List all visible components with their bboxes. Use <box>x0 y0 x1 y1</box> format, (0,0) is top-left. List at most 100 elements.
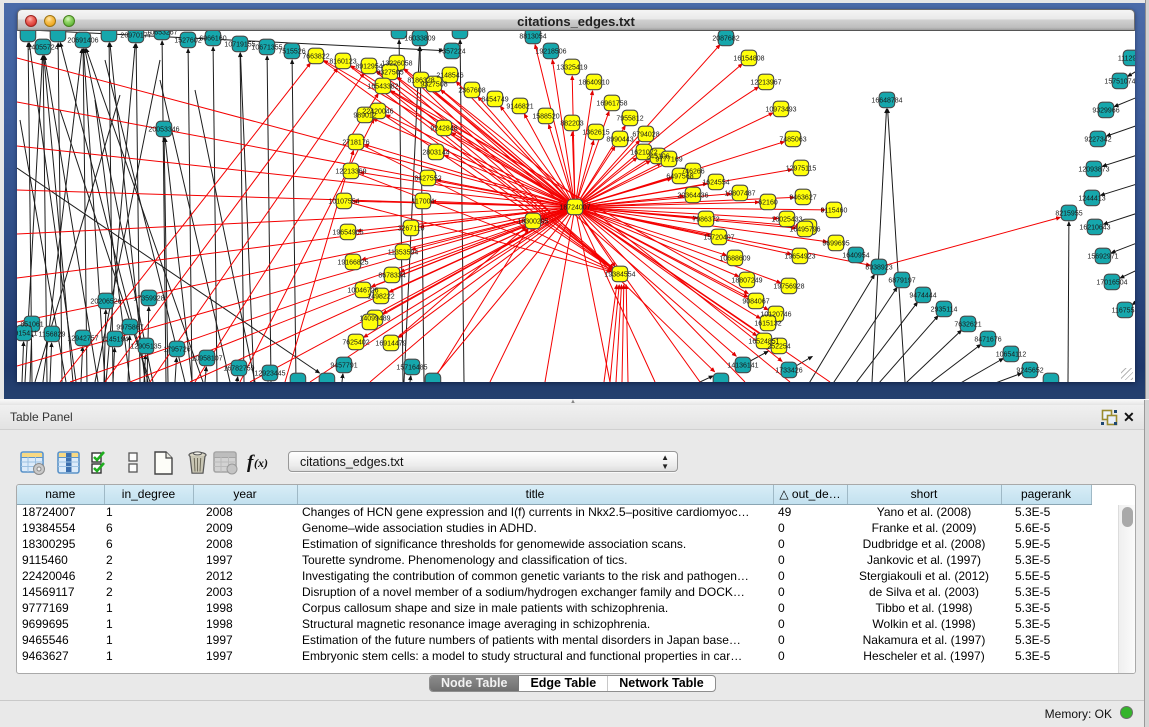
svg-text:16543382: 16543382 <box>367 84 398 91</box>
svg-text:1244413: 1244413 <box>1078 196 1105 203</box>
svg-text:9327508: 9327508 <box>420 82 447 89</box>
svg-text:10958107: 10958107 <box>191 356 222 363</box>
svg-text:20206526: 20206526 <box>90 299 121 306</box>
svg-text:16961758: 16961758 <box>596 101 627 108</box>
svg-text:9474444: 9474444 <box>909 293 936 300</box>
svg-text:19384554: 19384554 <box>604 272 635 279</box>
svg-text:9242848: 9242848 <box>430 126 457 133</box>
svg-text:9329966: 9329966 <box>1092 108 1119 115</box>
svg-text:6879197: 6879197 <box>888 278 915 285</box>
svg-text:8160123: 8160123 <box>329 59 356 66</box>
svg-text:10653267: 10653267 <box>146 31 177 37</box>
svg-text:12093873: 12093873 <box>1078 167 1109 174</box>
svg-text:9146821: 9146821 <box>506 104 533 111</box>
svg-text:9463627: 9463627 <box>789 195 816 202</box>
svg-text:1615132: 1615132 <box>754 321 781 328</box>
svg-text:1527602: 1527602 <box>174 38 201 45</box>
svg-text:2367608: 2367608 <box>458 88 485 95</box>
svg-text:1156829: 1156829 <box>39 332 66 339</box>
svg-text:7955812: 7955812 <box>616 116 643 123</box>
svg-text:12213967: 12213967 <box>750 80 781 87</box>
svg-text:9227342: 9227342 <box>1084 137 1111 144</box>
svg-text:12905135: 12905135 <box>130 344 161 351</box>
svg-text:9115460: 9115460 <box>821 208 848 215</box>
svg-text:20364436: 20364436 <box>677 193 708 200</box>
svg-text:9327505: 9327505 <box>376 70 403 77</box>
svg-text:19654905: 19654905 <box>332 230 363 237</box>
svg-text:20691406: 20691406 <box>67 38 98 45</box>
svg-text:16782759: 16782759 <box>223 366 254 373</box>
svg-text:2935114: 2935114 <box>931 307 958 314</box>
svg-text:15720407: 15720407 <box>703 235 734 242</box>
svg-text:11353594: 11353594 <box>388 250 419 257</box>
svg-text:12923445: 12923445 <box>254 371 285 378</box>
svg-text:3915411: 3915411 <box>17 331 37 338</box>
svg-text:6794028: 6794028 <box>632 132 659 139</box>
svg-text:19166825: 19166825 <box>337 260 368 267</box>
svg-text:6966160: 6966160 <box>199 36 226 43</box>
svg-text:10807487: 10807487 <box>724 191 755 198</box>
svg-text:1145194: 1145194 <box>102 337 129 344</box>
svg-text:(x): (x) <box>254 456 268 470</box>
svg-text:18724007: 18724007 <box>559 205 590 212</box>
svg-text:252254: 252254 <box>767 344 790 351</box>
svg-text:9699695: 9699695 <box>822 241 849 248</box>
svg-text:19218506: 19218506 <box>535 49 566 56</box>
svg-text:1795726: 1795726 <box>163 347 190 354</box>
svg-text:8990443: 8990443 <box>606 137 633 144</box>
svg-text:8454749: 8454749 <box>481 97 508 104</box>
svg-text:1733426: 1733426 <box>775 368 802 375</box>
svg-text:12975115: 12975115 <box>786 166 817 173</box>
svg-text:16210643: 16210643 <box>1079 225 1110 232</box>
svg-text:14055724: 14055724 <box>27 45 58 52</box>
svg-text:15716485: 15716485 <box>396 365 427 372</box>
svg-text:16648784: 16648784 <box>871 98 902 105</box>
svg-text:989012: 989012 <box>353 113 376 120</box>
svg-text:18807249: 18807249 <box>731 278 762 285</box>
svg-text:9975867: 9975867 <box>116 325 143 332</box>
svg-text:10654112: 10654112 <box>996 352 1027 359</box>
svg-text:17016504: 17016504 <box>1096 280 1127 287</box>
svg-text:62160: 62160 <box>758 200 778 207</box>
svg-text:2718176: 2718176 <box>342 140 369 147</box>
svg-text:2087682: 2087682 <box>712 36 739 43</box>
svg-text:3267110: 3267110 <box>398 226 425 233</box>
svg-text:10973493: 10973493 <box>765 107 796 114</box>
svg-text:16154808: 16154808 <box>733 56 764 63</box>
svg-text:1640954: 1640954 <box>842 253 869 260</box>
svg-text:8678334: 8678334 <box>378 273 405 280</box>
svg-text:14136141: 14136141 <box>727 363 758 370</box>
svg-text:8813054: 8813054 <box>519 34 546 41</box>
svg-text:7625402: 7625402 <box>342 340 369 347</box>
svg-text:16914479: 16914479 <box>375 341 406 348</box>
svg-text:9245652: 9245652 <box>1016 368 1043 375</box>
svg-text:18300295: 18300295 <box>517 219 548 226</box>
svg-text:8427552: 8427552 <box>414 176 441 183</box>
svg-text:16495796: 16495796 <box>789 227 820 234</box>
svg-text:8938923: 8938923 <box>865 265 892 272</box>
svg-text:8215955: 8215955 <box>1055 211 1082 218</box>
svg-text:14099489: 14099489 <box>359 316 390 323</box>
svg-text:1498222: 1498222 <box>367 294 394 301</box>
svg-text:13325419: 13325419 <box>556 65 587 72</box>
svg-text:10107554: 10107554 <box>328 199 359 206</box>
svg-text:10120746: 10120746 <box>760 312 791 319</box>
svg-text:1362615: 1362615 <box>582 130 609 137</box>
svg-text:7632621: 7632621 <box>954 322 981 329</box>
svg-text:15692971: 15692971 <box>1087 254 1118 261</box>
svg-text:1624554: 1624554 <box>702 180 729 187</box>
svg-text:2148546: 2148546 <box>436 73 463 80</box>
svg-text:117004: 117004 <box>412 199 435 206</box>
svg-text:7986372: 7986372 <box>692 217 719 224</box>
svg-text:7485063: 7485063 <box>779 137 806 144</box>
svg-text:9777169: 9777169 <box>655 157 682 164</box>
svg-text:16033809: 16033809 <box>404 36 435 43</box>
svg-text:9457791: 9457791 <box>330 363 357 370</box>
svg-text:9084067: 9084067 <box>742 299 769 306</box>
svg-text:1167553: 1167553 <box>1112 308 1135 315</box>
svg-text:10025433: 10025433 <box>771 217 802 224</box>
svg-text:1588520: 1588520 <box>532 114 559 121</box>
svg-text:17359928: 17359928 <box>133 296 164 303</box>
svg-text:18640910: 18640910 <box>578 80 609 87</box>
svg-text:12942757: 12942757 <box>67 336 98 343</box>
